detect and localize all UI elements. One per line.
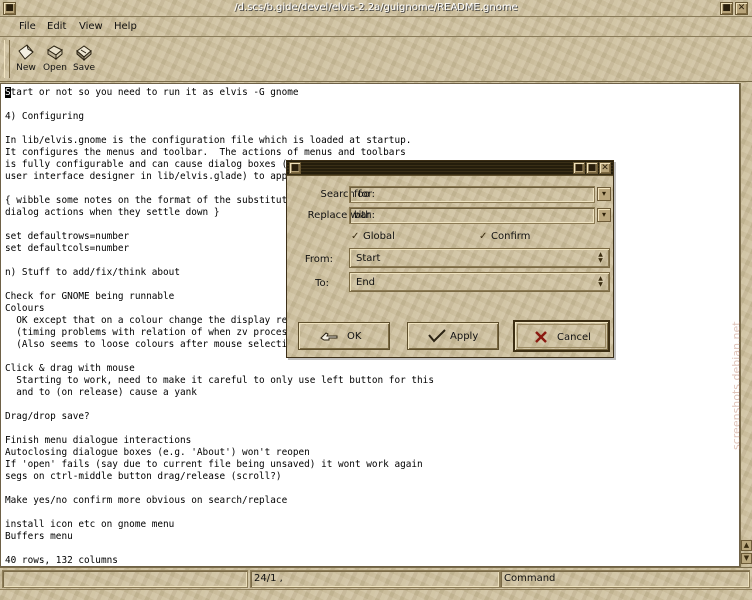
text-line: and to (on release) cause a yank xyxy=(5,387,197,398)
to-select[interactable]: End ▲ ▼ xyxy=(349,272,610,292)
cancel-button[interactable]: Cancel xyxy=(513,320,610,352)
statusbar: 24/1 , Command xyxy=(0,567,752,589)
new-file-icon xyxy=(18,44,34,60)
save-disk-icon xyxy=(76,45,92,62)
cancel-label: Cancel xyxy=(557,332,591,343)
from-value: Start xyxy=(356,253,381,264)
text-line xyxy=(5,423,739,435)
from-select[interactable]: Start ▲ ▼ xyxy=(349,248,610,268)
open-folder-icon xyxy=(47,45,63,61)
search-history-button[interactable]: ▾ xyxy=(597,187,611,201)
toolbar-handle[interactable] xyxy=(4,40,10,78)
text-line: Drag/drop save? xyxy=(5,411,90,422)
window-titlebar[interactable]: ■ /d.scs/b.gide/devel/elvis-2.2a/guignom… xyxy=(0,0,752,17)
menu-edit[interactable]: Edit xyxy=(47,21,66,32)
text-line: Autoclosing dialogue boxes (e.g. 'About'… xyxy=(5,447,310,458)
replace-history-button[interactable]: ▾ xyxy=(597,208,611,222)
text-line: Starting to work, need to make it carefu… xyxy=(5,375,434,386)
ok-label: OK xyxy=(347,331,362,342)
confirm-label: Confirm xyxy=(491,231,531,242)
new-label: New xyxy=(16,63,36,73)
text-line: It configures the menus and toolbar. The… xyxy=(5,147,406,158)
toolbar: New Open Save xyxy=(0,37,752,82)
search-replace-dialog: ■ ■ ■ ✕ Search for: foo ▾ Replace with: … xyxy=(286,160,614,358)
save-button[interactable]: Save xyxy=(69,42,99,78)
check-mark-icon: ✓ xyxy=(479,231,488,242)
new-button[interactable]: New xyxy=(11,42,41,78)
text-line xyxy=(5,483,739,495)
apply-button[interactable]: Apply xyxy=(407,322,499,350)
text-line: Click & drag with mouse xyxy=(5,363,135,374)
cursor-position: 24/1 , xyxy=(250,570,500,588)
save-label: Save xyxy=(72,63,96,73)
text-line: Start or not so you need to run it as el… xyxy=(5,87,299,98)
confirm-checkbox[interactable]: ✓ Confirm xyxy=(479,231,530,242)
from-label: From: xyxy=(304,254,333,265)
text-line: In lib/elvis.gnome is the configuration … xyxy=(5,135,412,146)
dialog-shade-button[interactable]: ■ xyxy=(573,162,585,174)
text-cursor: S xyxy=(5,87,11,98)
scroll-up-arrow-icon[interactable]: ▲ xyxy=(741,540,752,551)
editor-mode: Command xyxy=(500,570,750,588)
apply-check-icon xyxy=(428,329,446,343)
text-line: 40 rows, 132 columns xyxy=(5,555,118,566)
select-arrows-icon: ▲ ▼ xyxy=(598,251,603,264)
menu-help[interactable]: Help xyxy=(114,21,137,32)
text-line: 4) Configuring xyxy=(5,111,85,122)
to-label: To: xyxy=(315,278,329,289)
close-button[interactable]: ✕ xyxy=(735,2,748,15)
global-checkbox[interactable]: ✓ Global xyxy=(351,231,395,242)
window-title: /d.scs/b.gide/devel/elvis-2.2a/guignome/… xyxy=(234,2,518,13)
dialog-body: Search for: foo ▾ Replace with: bar ▾ ✓ G… xyxy=(287,176,613,357)
dialog-titlebar[interactable]: ■ ■ ■ ✕ xyxy=(287,161,613,176)
to-value: End xyxy=(356,277,376,288)
text-line: Finish menu dialogue interactions xyxy=(5,435,192,446)
cancel-x-icon xyxy=(535,331,547,343)
ok-hand-icon xyxy=(320,332,338,341)
select-arrows-icon: ▲ ▼ xyxy=(598,275,603,288)
text-line: segs on ctrl-middle button drag/release … xyxy=(5,471,282,482)
menubar: File Edit View Help xyxy=(0,17,752,37)
bottom-border xyxy=(0,589,752,600)
check-mark-icon: ✓ xyxy=(351,231,360,242)
apply-label: Apply xyxy=(450,331,479,342)
text-line xyxy=(5,123,739,135)
dialog-maximize-button[interactable]: ■ xyxy=(586,162,598,174)
dialog-close-button[interactable]: ✕ xyxy=(599,162,611,174)
text-line: install icon etc on gnome menu xyxy=(5,519,175,530)
menu-view[interactable]: View xyxy=(79,21,103,32)
scroll-down-arrow-icon[interactable]: ▼ xyxy=(741,553,752,564)
menu-file[interactable]: File xyxy=(19,21,36,32)
dialog-menu-button[interactable]: ■ xyxy=(289,162,301,174)
status-message xyxy=(2,570,248,588)
open-label: Open xyxy=(42,63,68,73)
open-button[interactable]: Open xyxy=(40,42,70,78)
replace-input[interactable]: bar xyxy=(349,207,595,224)
text-line xyxy=(5,99,739,111)
ok-button[interactable]: OK xyxy=(298,322,390,350)
text-line: If 'open' fails (say due to current file… xyxy=(5,459,423,470)
text-line xyxy=(5,543,739,555)
text-line xyxy=(5,399,739,411)
watermark: screenshots.debian.net xyxy=(730,321,743,450)
maximize-button[interactable]: ■ xyxy=(720,2,733,15)
global-label: Global xyxy=(363,231,395,242)
text-line: Make yes/no confirm more obvious on sear… xyxy=(5,495,288,506)
search-input[interactable]: foo xyxy=(349,186,595,203)
text-line xyxy=(5,507,739,519)
text-line: Buffers menu xyxy=(5,531,73,542)
